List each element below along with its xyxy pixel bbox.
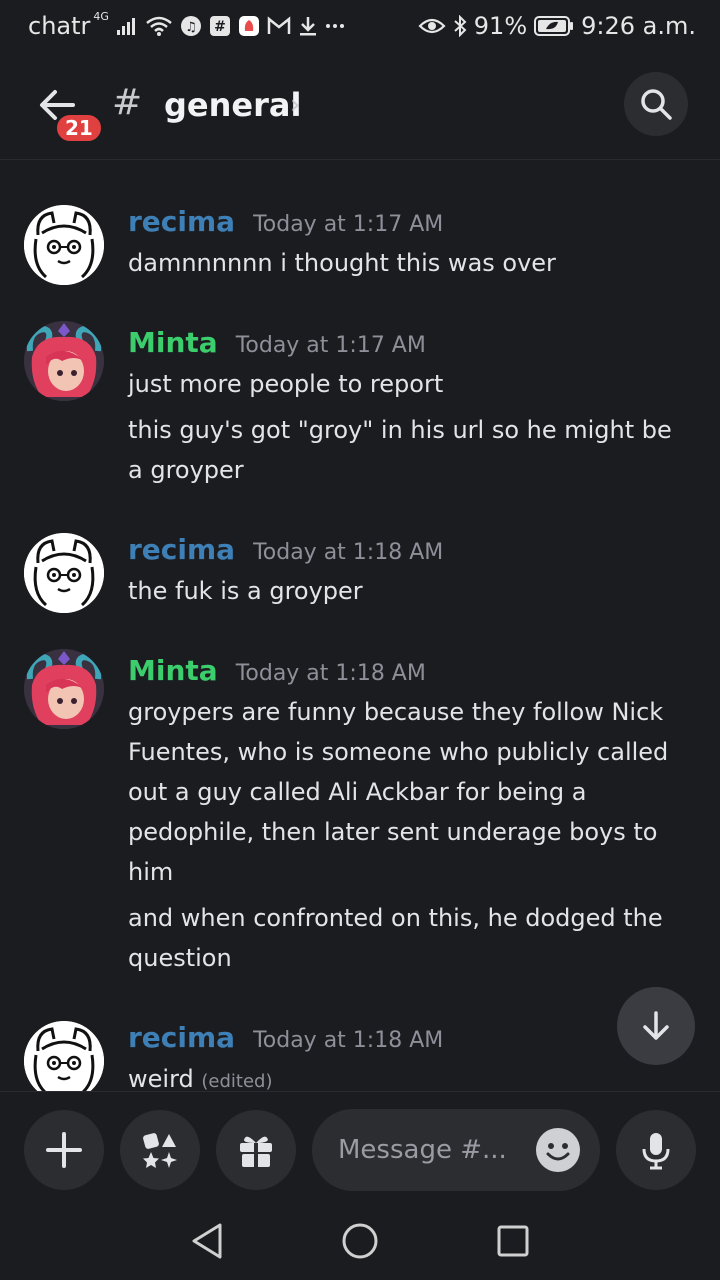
edited-label: (edited) bbox=[201, 1071, 273, 1091]
svg-text:♫: ♫ bbox=[185, 20, 197, 35]
message-text: this guy's got "groy" in his url so he m… bbox=[128, 416, 672, 484]
microphone-icon bbox=[642, 1133, 670, 1170]
nav-home-button[interactable] bbox=[330, 1211, 390, 1271]
author-name[interactable]: recima bbox=[128, 533, 235, 566]
add-attachment-button[interactable] bbox=[24, 1110, 104, 1190]
apps-button[interactable] bbox=[120, 1110, 200, 1190]
download-icon bbox=[298, 15, 318, 37]
timestamp: Today at 1:18 AM bbox=[253, 1028, 444, 1053]
jump-to-bottom-button[interactable] bbox=[617, 987, 695, 1065]
timestamp: Today at 1:18 AM bbox=[235, 661, 426, 686]
message-composer bbox=[0, 1091, 720, 1201]
timestamp: Today at 1:18 AM bbox=[253, 540, 444, 565]
avatar-drawing bbox=[24, 533, 104, 613]
hash-icon: # bbox=[112, 82, 143, 123]
plus-icon bbox=[46, 1132, 82, 1168]
author-name[interactable]: Minta bbox=[128, 326, 218, 359]
chevron-right-icon[interactable]: › bbox=[290, 90, 300, 120]
emoji-icon bbox=[546, 1143, 570, 1161]
app-notification-icon bbox=[238, 15, 260, 37]
message-text: the fuk is a groyper bbox=[128, 577, 363, 605]
carrier-name: chatr bbox=[28, 12, 91, 40]
message-text: groypers are funny because they follow N… bbox=[128, 698, 669, 886]
search-icon bbox=[641, 89, 672, 120]
arrow-down-icon bbox=[643, 1011, 669, 1040]
message-text: damnnnnnn i thought this was over bbox=[128, 249, 556, 277]
author-name[interactable]: recima bbox=[128, 205, 235, 238]
avatar[interactable] bbox=[24, 1021, 104, 1091]
avatar-drawing bbox=[24, 1021, 104, 1091]
svg-text:#: # bbox=[214, 19, 226, 35]
signal-icon bbox=[116, 16, 138, 36]
gift-button[interactable] bbox=[216, 1110, 296, 1190]
emoji-button[interactable] bbox=[536, 1128, 580, 1172]
voice-message-button[interactable] bbox=[616, 1110, 696, 1190]
triangle-back-icon bbox=[192, 1223, 222, 1258]
message-text: and when confronted on this, he dodged t… bbox=[128, 904, 663, 972]
avatar[interactable] bbox=[24, 649, 104, 729]
nav-recents-button[interactable] bbox=[483, 1211, 543, 1271]
more-notifications-icon bbox=[325, 22, 345, 30]
author-name[interactable]: recima bbox=[128, 1021, 235, 1054]
channel-title[interactable]: general bbox=[164, 86, 301, 124]
timestamp: Today at 1:17 AM bbox=[235, 333, 426, 358]
clock: 9:26 a.m. bbox=[581, 12, 696, 40]
system-nav-bar bbox=[0, 1201, 720, 1280]
network-type: 4G bbox=[93, 9, 109, 23]
avatar-drawing bbox=[24, 649, 104, 729]
status-bar: chatr 4G ♫ # 91% 9:26 a.m. bbox=[0, 0, 720, 52]
message-list[interactable]: recima Today at 1:17 AM damnnnnnn i thou… bbox=[0, 161, 720, 1091]
message-text: just more people to report bbox=[128, 370, 444, 398]
gmail-icon bbox=[267, 16, 291, 36]
square-recents-icon bbox=[497, 1225, 529, 1256]
bluetooth-icon bbox=[453, 15, 467, 37]
author-name[interactable]: Minta bbox=[128, 654, 218, 687]
avatar-drawing bbox=[24, 205, 104, 285]
message-body: weird bbox=[128, 1065, 194, 1091]
hashtag-app-icon: # bbox=[209, 15, 231, 37]
avatar-drawing bbox=[24, 321, 104, 401]
battery-percent: 91% bbox=[473, 12, 528, 40]
eye-icon bbox=[418, 17, 446, 35]
wifi-icon bbox=[145, 15, 173, 37]
avatar[interactable] bbox=[24, 533, 104, 613]
avatar[interactable] bbox=[24, 321, 104, 401]
message-text: weird (edited) bbox=[128, 1059, 688, 1091]
nav-back-button[interactable] bbox=[177, 1211, 237, 1271]
music-app-icon: ♫ bbox=[180, 15, 202, 37]
search-button[interactable] bbox=[624, 72, 688, 136]
channel-header: 21 # general › bbox=[0, 52, 720, 160]
gift-icon bbox=[240, 1136, 272, 1167]
message-input-container[interactable] bbox=[312, 1109, 600, 1191]
circle-home-icon bbox=[342, 1223, 378, 1258]
apps-icon bbox=[143, 1133, 177, 1168]
timestamp: Today at 1:17 AM bbox=[253, 212, 444, 237]
message-input[interactable] bbox=[338, 1135, 528, 1165]
battery-icon bbox=[534, 15, 574, 37]
unread-badge: 21 bbox=[54, 112, 104, 144]
avatar[interactable] bbox=[24, 205, 104, 285]
